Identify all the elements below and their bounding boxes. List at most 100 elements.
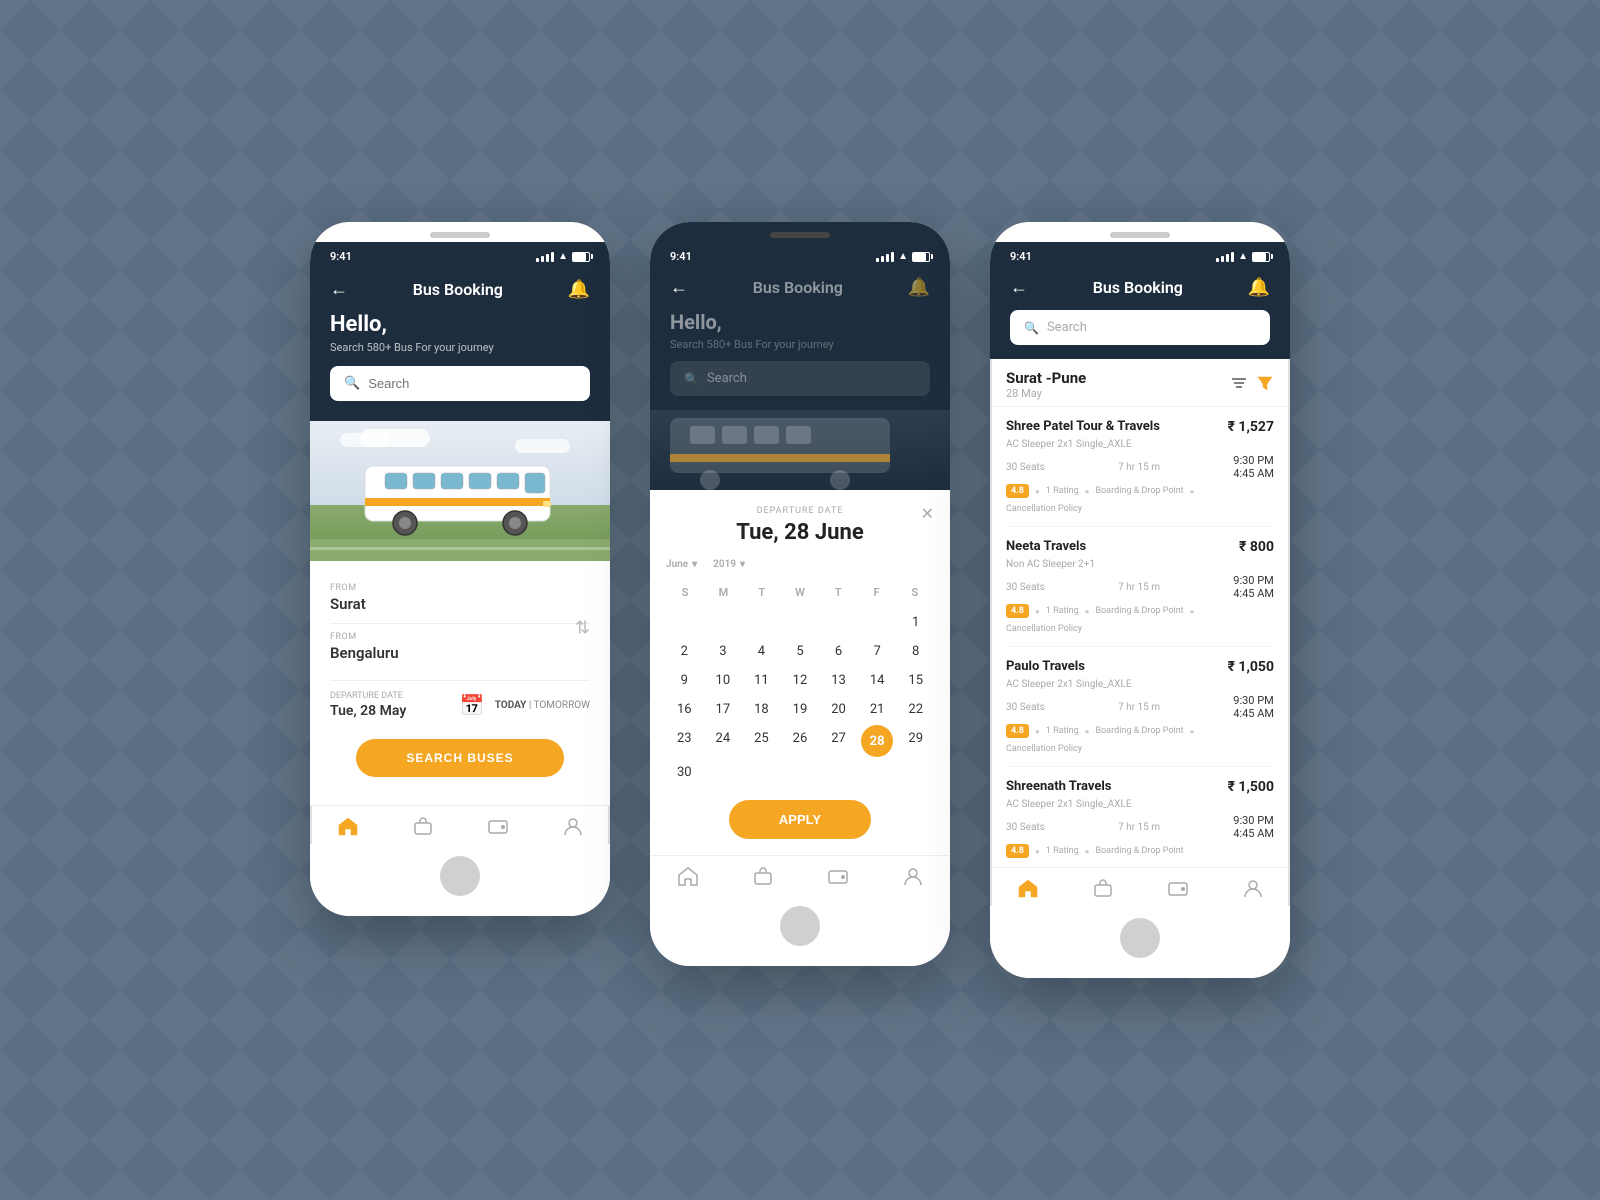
phone3-nav-title: Bus Booking: [1093, 278, 1183, 297]
phone1-nav-wallet[interactable]: [487, 816, 509, 836]
phone1-search-bar[interactable]: 🔍: [330, 366, 590, 401]
phone2-cal-day-4[interactable]: 4: [743, 638, 780, 665]
phone1-swap-icon[interactable]: ⇅: [575, 617, 590, 638]
phone2-cal-day-7[interactable]: 7: [859, 638, 896, 665]
phone1-search-input[interactable]: [368, 376, 576, 391]
phone2-calendar-nav: June ▾ 2019 ▾: [666, 559, 934, 570]
phone3-bus2-top: Neeta Travels ₹ 800: [1006, 539, 1274, 555]
phone3-bus4-tag1: 1 Rating: [1046, 846, 1079, 856]
phone2-year-select[interactable]: 2019 ▾: [713, 559, 745, 570]
phone3-bus-result-2[interactable]: Neeta Travels ₹ 800 Non AC Sleeper 2+1 3…: [1006, 527, 1274, 647]
phone2-day-s2: S: [896, 582, 934, 603]
phone3-bus2-duration: 7 hr 15 m: [1118, 582, 1160, 593]
phone2-cal-day-6[interactable]: 6: [820, 638, 857, 665]
phone2-cal-day-26[interactable]: 26: [782, 725, 819, 757]
phone2-search-icon: 🔍: [684, 372, 699, 386]
phone3-bus2-type: Non AC Sleeper 2+1: [1006, 559, 1274, 570]
phone2-cal-day-30[interactable]: 30: [666, 759, 703, 786]
phone3-home-button[interactable]: [1120, 918, 1160, 958]
phone2-search-bar[interactable]: 🔍 Search: [670, 361, 930, 396]
phone2-nav-briefcase[interactable]: [752, 866, 774, 886]
phone1-wifi-icon: ▲: [558, 251, 568, 262]
phone3-bus4-price: ₹ 1,500: [1228, 779, 1274, 795]
phone2-nav-profile[interactable]: [902, 866, 924, 886]
phone2-cal-day-3[interactable]: 3: [705, 638, 742, 665]
phone2-back-icon[interactable]: ←: [670, 277, 688, 298]
phone3-bus-result-3[interactable]: Paulo Travels ₹ 1,050 AC Sleeper 2x1 Sin…: [1006, 647, 1274, 767]
phone2-day-t1: T: [743, 582, 781, 603]
phone3-nav-home[interactable]: [1017, 878, 1039, 898]
phone3-nav-briefcase[interactable]: [1092, 878, 1114, 898]
phone3-bus1-seats: 30 Seats: [1006, 462, 1045, 473]
phone2-cal-day-8[interactable]: 8: [897, 638, 934, 665]
phone2-cal-day-5[interactable]: 5: [782, 638, 819, 665]
phone3-bus3-dep: 9:30 PM: [1233, 694, 1273, 707]
phone2-nav-wallet[interactable]: [827, 866, 849, 886]
phone3-nav-wallet[interactable]: [1167, 878, 1189, 898]
phone3-sort-icon[interactable]: [1230, 374, 1248, 396]
phone1-to-field[interactable]: FROM Bengaluru: [330, 632, 590, 662]
phone3-back-icon[interactable]: ←: [1010, 277, 1028, 298]
phone1-home-area: [310, 844, 610, 916]
phone2-speaker: [770, 232, 830, 238]
phone1-today[interactable]: TODAY: [495, 700, 527, 711]
phone2-cal-day-24[interactable]: 24: [705, 725, 742, 757]
phone2-cal-day-27[interactable]: 27: [820, 725, 857, 757]
phone1-departure[interactable]: DEPARTURE DATE Tue, 28 May 📅 TODAY | TOM…: [330, 680, 590, 729]
phone1-bell-icon[interactable]: 🔔: [568, 279, 590, 300]
phone3-bus3-tags: 4.8 ● 1 Rating ● Boarding & Drop Point ●…: [1006, 724, 1274, 754]
phone1-nav-home[interactable]: [337, 816, 359, 836]
phone2-apply-button[interactable]: APPLY: [729, 800, 871, 839]
phone1-search-button[interactable]: SEARCH BUSES: [356, 739, 564, 777]
phone2-cal-day-16[interactable]: 16: [666, 696, 703, 723]
phone2-cal-day-25[interactable]: 25: [743, 725, 780, 757]
phone2-nav-home[interactable]: [677, 866, 699, 886]
phone2-close-button[interactable]: ✕: [921, 504, 934, 523]
phone3-bus-result-1[interactable]: Shree Patel Tour & Travels ₹ 1,527 AC Sl…: [1006, 407, 1274, 527]
phone3-bus3-meta: 30 Seats 7 hr 15 m 9:30 PM 4:45 AM: [1006, 694, 1274, 720]
phone1-nav-profile[interactable]: [562, 816, 584, 836]
phone2-cal-day-13[interactable]: 13: [820, 667, 857, 694]
phone3-bus2-tag3: Cancellation Policy: [1006, 624, 1082, 634]
phone1-from-field[interactable]: FROM Surat: [330, 583, 590, 613]
phone2-month-chevron: ▾: [692, 559, 697, 570]
phone1-speaker: [430, 232, 490, 238]
phone2-cal-day-1[interactable]: 1: [897, 609, 934, 636]
phone2-bell-icon[interactable]: 🔔: [908, 277, 930, 298]
phone2-status-bar: 9:41 ▲: [650, 242, 950, 267]
phone2-cal-day-15[interactable]: 15: [897, 667, 934, 694]
phone2: 9:41 ▲ ← Bus: [650, 222, 950, 966]
phone2-cal-day-20[interactable]: 20: [820, 696, 857, 723]
phone2-cal-day-23[interactable]: 23: [666, 725, 703, 757]
phone2-bottom-nav: [650, 855, 950, 894]
phone3-bus2-tag2: Boarding & Drop Point: [1096, 606, 1184, 616]
phone1-back-icon[interactable]: ←: [330, 279, 348, 300]
phone2-cal-day-22[interactable]: 22: [897, 696, 934, 723]
phone2-home-button[interactable]: [780, 906, 820, 946]
phone2-cal-day-29[interactable]: 29: [897, 725, 934, 757]
cal-day-empty: -: [666, 609, 703, 636]
phone2-cal-day-14[interactable]: 14: [859, 667, 896, 694]
phone2-month-select[interactable]: June ▾: [666, 559, 697, 570]
phone3-search-bar[interactable]: 🔍 Search: [1010, 310, 1270, 345]
phone1-nav-briefcase[interactable]: [412, 816, 434, 836]
phone1-home-button[interactable]: [440, 856, 480, 896]
phone2-cal-day-19[interactable]: 19: [782, 696, 819, 723]
phone2-cal-day-2[interactable]: 2: [666, 638, 703, 665]
phone2-cal-day-10[interactable]: 10: [705, 667, 742, 694]
phone2-cal-day-28-selected[interactable]: 28: [861, 725, 893, 757]
phone1-tomorrow[interactable]: TOMORROW: [534, 700, 590, 711]
phone3-bus-result-4[interactable]: Shreenath Travels ₹ 1,500 AC Sleeper 2x1…: [1006, 767, 1274, 867]
phone2-cal-day-11[interactable]: 11: [743, 667, 780, 694]
phone3-nav-profile[interactable]: [1242, 878, 1264, 898]
phone1-departure-info: DEPARTURE DATE Tue, 28 May: [330, 691, 406, 719]
phone3-filter-icon[interactable]: [1256, 374, 1274, 396]
phone2-cal-day-17[interactable]: 17: [705, 696, 742, 723]
phone3-bell-icon[interactable]: 🔔: [1248, 277, 1270, 298]
phone2-cal-day-18[interactable]: 18: [743, 696, 780, 723]
phone2-cal-day-12[interactable]: 12: [782, 667, 819, 694]
phone2-cal-day-21[interactable]: 21: [859, 696, 896, 723]
phone2-cal-day-9[interactable]: 9: [666, 667, 703, 694]
phone1-from-label: FROM: [330, 583, 590, 593]
phone2-bus-peek-svg: [650, 410, 950, 490]
